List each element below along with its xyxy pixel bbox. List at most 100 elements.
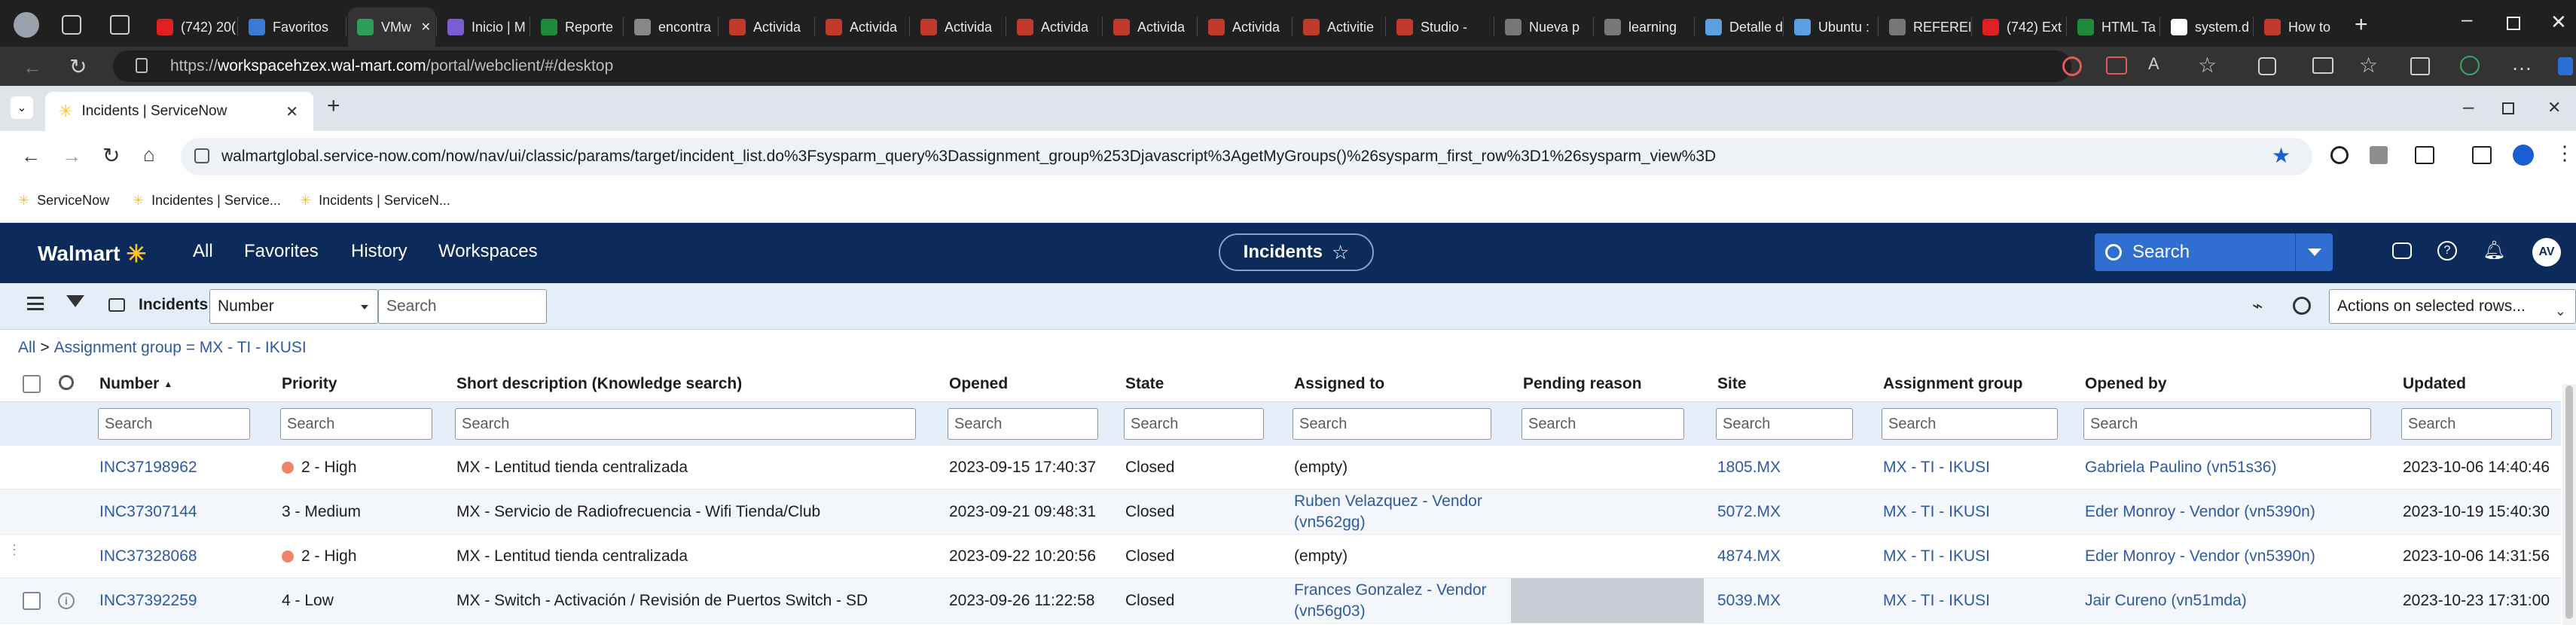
cell-number[interactable]: INC37307144 — [98, 489, 258, 534]
column-search-input-short-description[interactable]: Search — [455, 408, 916, 440]
home-icon[interactable]: ⌂ — [143, 143, 155, 166]
new-tab-icon[interactable]: + — [2355, 12, 2368, 38]
filter-icon[interactable] — [66, 295, 84, 307]
tab-actions-icon[interactable] — [110, 15, 130, 35]
cell-opened-by[interactable]: Gabriela Paulino (vn51s36) — [2083, 446, 2379, 489]
column-search-input-priority[interactable]: Search — [280, 408, 432, 440]
outer-tab[interactable]: Inicio | M — [438, 8, 529, 47]
cell-assignment-group[interactable]: MX - TI - IKUSI — [1882, 578, 2065, 623]
breadcrumb-filter[interactable]: Assignment group = MX - TI - IKUSI — [54, 339, 307, 357]
column-search-input-assigned-to[interactable]: Search — [1293, 408, 1491, 440]
outer-tab[interactable]: REFEREN — [1880, 8, 1970, 47]
info-icon[interactable]: i — [58, 593, 75, 609]
outer-tab[interactable]: Activida — [1104, 8, 1196, 47]
outer-tab[interactable]: (742) Ext — [1973, 8, 2065, 47]
outer-tab[interactable]: Activida — [1008, 8, 1101, 47]
list-context-icon[interactable] — [108, 298, 125, 312]
outer-tab[interactable]: How to — [2255, 8, 2339, 47]
back-icon[interactable]: ← — [21, 145, 41, 168]
bookmark-incidents[interactable]: ✳ Incidents | ServiceN... — [300, 193, 450, 209]
forward-icon[interactable]: → — [62, 145, 81, 168]
column-header-opened[interactable]: Opened — [948, 366, 1106, 402]
refresh-icon[interactable]: ↻ — [102, 143, 120, 168]
cell-assigned-to[interactable]: Ruben Velazquez - Vendor (vn562gg) — [1293, 489, 1499, 534]
browser-essentials-icon[interactable] — [2460, 56, 2480, 75]
column-header-updated[interactable]: Updated — [2401, 366, 2559, 402]
outer-url-field[interactable]: https://workspacehzex.wal-mart.com/porta… — [113, 50, 2071, 82]
menu-kebab-icon[interactable]: ⋮ — [2555, 142, 2574, 165]
workspaces-icon[interactable] — [62, 15, 81, 35]
collections-icon[interactable] — [2410, 57, 2430, 75]
table-row[interactable]: INC37307144 3 - Medium MX - Servicio de Ra… — [0, 489, 2561, 535]
outer-tab[interactable]: Activida — [816, 8, 908, 47]
pulse-icon[interactable]: ⌁ — [2252, 295, 2263, 317]
outer-tab[interactable]: Activitie — [1294, 8, 1384, 47]
column-search-input-opened[interactable]: Search — [948, 408, 1098, 440]
outer-tab[interactable]: Ubuntu : — [1785, 8, 1877, 47]
outer-tab[interactable]: (742) 20( — [148, 8, 237, 47]
column-search-input-assignment-group[interactable]: Search — [1882, 408, 2058, 440]
column-header-pending-reason[interactable]: Pending reason — [1521, 366, 1692, 402]
nav-favorites[interactable]: Favorites — [244, 241, 319, 262]
profile-avatar-icon[interactable] — [2513, 145, 2534, 166]
outer-tab[interactable]: Studio - — [1387, 8, 1493, 47]
row-checkbox[interactable] — [23, 592, 41, 610]
tab-close-icon[interactable]: ✕ — [285, 102, 298, 121]
column-search-input-updated[interactable]: Search — [2401, 408, 2552, 440]
restore-icon[interactable] — [2507, 17, 2520, 30]
cell-assignment-group[interactable]: MX - TI - IKUSI — [1882, 446, 2065, 489]
table-row[interactable]: i INC37392259 4 - Low MX - Switch - Activac… — [0, 578, 2561, 623]
bookmark-incidentes[interactable]: ✳ Incidentes | Service... — [133, 193, 281, 209]
read-aloud-icon[interactable]: A — [2148, 54, 2159, 74]
extension-u-icon[interactable] — [2370, 146, 2388, 164]
search-icon[interactable] — [59, 375, 74, 390]
more-menu-icon[interactable]: … — [2511, 51, 2532, 75]
profile-icon[interactable] — [14, 12, 39, 38]
outer-tab[interactable]: Reporte — [532, 8, 622, 47]
column-header-priority[interactable]: Priority — [280, 366, 440, 402]
column-header-opened-by[interactable]: Opened by — [2083, 366, 2379, 402]
split-screen-icon[interactable] — [2312, 57, 2333, 74]
close-icon[interactable]: ✕ — [2547, 98, 2561, 117]
cell-assignment-group[interactable]: MX - TI - IKUSI — [1882, 489, 2065, 534]
copilot-icon[interactable] — [2558, 57, 2573, 75]
column-header-number[interactable]: Number ▲ — [98, 366, 258, 402]
refresh-icon[interactable]: ↻ — [69, 54, 87, 79]
outer-tab[interactable]: HTML Ta — [2068, 8, 2159, 47]
global-search[interactable]: Search — [2095, 233, 2333, 271]
close-icon[interactable]: ✕ — [2550, 11, 2567, 34]
extension-sync-icon[interactable] — [2330, 146, 2349, 164]
select-all-checkbox[interactable] — [23, 375, 41, 393]
cell-number[interactable]: INC37328068 — [98, 535, 258, 578]
column-search-input-pending-reason[interactable]: Search — [1521, 408, 1684, 440]
hamburger-menu-icon[interactable] — [27, 297, 44, 310]
actions-select[interactable]: Actions on selected rows... ⌄ — [2329, 289, 2576, 324]
column-search-input-opened-by[interactable]: Search — [2083, 408, 2371, 440]
cell-site[interactable]: 4874.MX — [1716, 535, 1860, 578]
list-search-input[interactable]: Search — [378, 289, 547, 324]
panel-resize-handle[interactable]: ⋮ — [8, 542, 21, 587]
cell-site[interactable]: 5039.MX — [1716, 578, 1860, 623]
restore-icon[interactable] — [2502, 102, 2514, 114]
favorites-icon[interactable]: ☆ — [2359, 53, 2378, 78]
tab-incidents[interactable]: ✳ Incidents | ServiceNow ✕ — [45, 92, 313, 131]
outer-tab[interactable]: Nueva p — [1496, 8, 1592, 47]
outer-tab[interactable]: learning — [1595, 8, 1693, 47]
minimize-icon[interactable]: – — [2463, 95, 2474, 118]
extensions-icon[interactable] — [2258, 57, 2276, 75]
favorite-star-icon[interactable]: ☆ — [1332, 241, 1349, 264]
cell-assigned-to[interactable]: Frances Gonzalez - Vendor (vn56g03) — [1293, 578, 1499, 623]
cell-number[interactable]: INC37392259 — [98, 578, 258, 623]
outer-tab[interactable]: Activida — [911, 8, 1005, 47]
minimize-icon[interactable]: – — [2462, 8, 2472, 31]
column-search-input-number[interactable]: Search — [98, 408, 250, 440]
cell-number[interactable]: INC37198962 — [98, 446, 258, 489]
new-tab-icon[interactable]: + — [327, 93, 340, 119]
cell-site[interactable]: 1805.MX — [1716, 446, 1860, 489]
search-field-select[interactable]: Number — [209, 289, 378, 324]
settings-gear-icon[interactable] — [2293, 297, 2311, 315]
avatar[interactable]: AV — [2532, 238, 2561, 267]
site-info-icon[interactable] — [194, 148, 209, 163]
column-search-input-site[interactable]: Search — [1716, 408, 1853, 440]
inner-url-field[interactable]: walmartglobal.service-now.com/now/nav/ui… — [181, 138, 2312, 175]
